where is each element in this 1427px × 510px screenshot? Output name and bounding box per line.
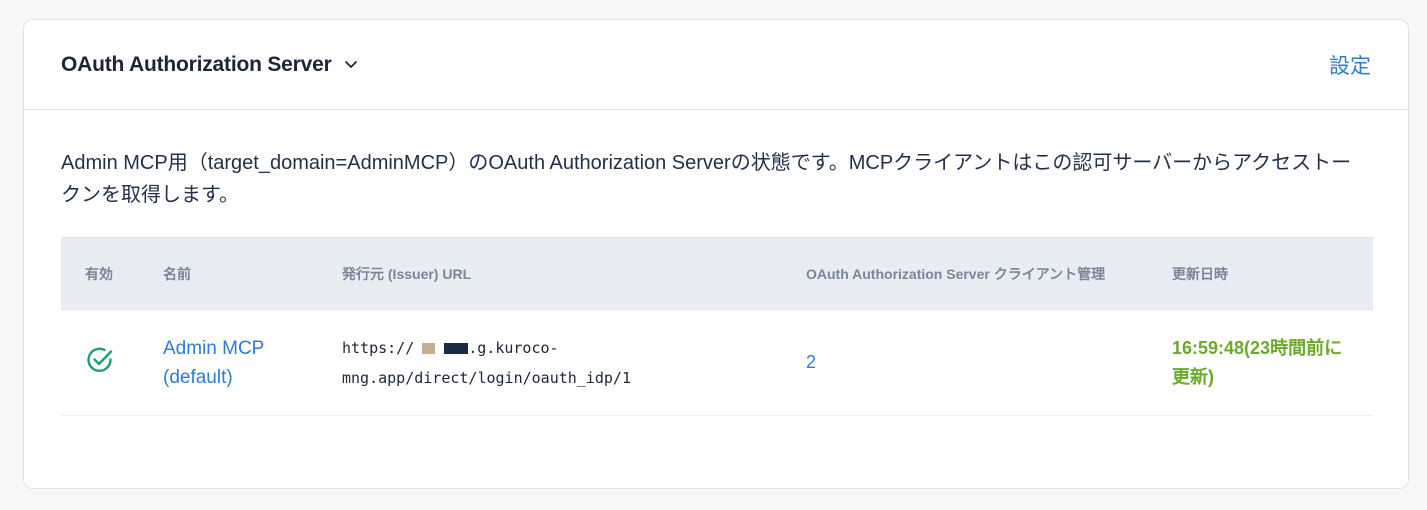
client-count-link[interactable]: 2 bbox=[806, 352, 816, 372]
column-header-issuer-url: 発行元 (Issuer) URL bbox=[342, 237, 806, 310]
table-row: Admin MCP (default) https://.g.kuroco-mn… bbox=[61, 309, 1373, 416]
server-name-link[interactable]: Admin MCP (default) bbox=[163, 334, 303, 392]
card-title-toggle[interactable]: OAuth Authorization Server bbox=[61, 53, 358, 77]
description-text: Admin MCP用（target_domain=AdminMCP）のOAuth… bbox=[61, 152, 1352, 206]
table-header-row: 有効 名前 発行元 (Issuer) URL OAuth Authorizati… bbox=[61, 237, 1373, 310]
redacted-block bbox=[422, 342, 436, 354]
column-header-enabled: 有効 bbox=[61, 237, 163, 310]
cell-enabled bbox=[61, 309, 163, 416]
cell-client-count: 2 bbox=[806, 309, 1172, 416]
column-header-updated: 更新日時 bbox=[1172, 237, 1373, 310]
issuer-url-prefix: https:// bbox=[342, 338, 415, 357]
updated-timestamp: 16:59:48(23時間前に更新) bbox=[1172, 337, 1343, 387]
redacted-block bbox=[444, 342, 469, 354]
oauth-server-table: 有効 名前 発行元 (Issuer) URL OAuth Authorizati… bbox=[61, 237, 1373, 416]
check-circle-icon bbox=[85, 345, 115, 375]
card-title: OAuth Authorization Server bbox=[61, 52, 332, 76]
cell-issuer-url: https://.g.kuroco-mng.app/direct/login/o… bbox=[342, 309, 806, 416]
cell-updated: 16:59:48(23時間前に更新) bbox=[1172, 309, 1373, 416]
card-header: OAuth Authorization Server 設定 bbox=[24, 20, 1408, 110]
oauth-server-card: OAuth Authorization Server 設定 Admin MCP用… bbox=[23, 19, 1409, 489]
column-header-client-management: OAuth Authorization Server クライアント管理 bbox=[806, 237, 1172, 310]
issuer-url: https://.g.kuroco-mng.app/direct/login/o… bbox=[342, 333, 672, 393]
chevron-down-icon bbox=[344, 60, 358, 69]
settings-link[interactable]: 設定 bbox=[1329, 50, 1371, 80]
cell-name: Admin MCP (default) bbox=[163, 309, 342, 416]
column-header-name: 名前 bbox=[163, 237, 342, 310]
card-body: Admin MCP用（target_domain=AdminMCP）のOAuth… bbox=[24, 110, 1408, 416]
